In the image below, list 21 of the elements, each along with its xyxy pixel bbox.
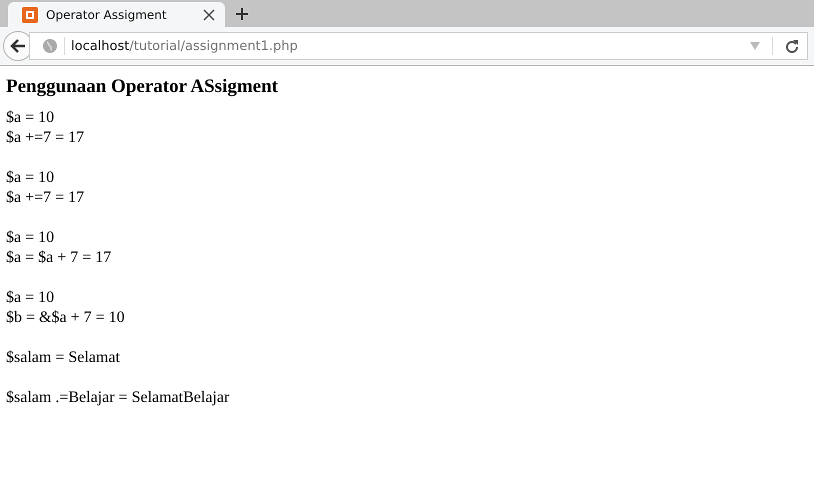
browser-tab[interactable]: Operator Assigment <box>8 2 225 27</box>
close-icon[interactable] <box>203 8 215 20</box>
page-heading: Penggunaan Operator ASsigment <box>6 76 280 98</box>
output-line: $a = 10 <box>6 288 56 308</box>
url-text: localhost/tutorial/assignment1.php <box>71 38 298 54</box>
output-line: $b = &$a + 7 = 10 <box>6 308 126 328</box>
address-bar[interactable]: localhost/tutorial/assignment1.php <box>29 32 808 60</box>
output-line: $salam = Selamat <box>6 348 121 368</box>
reload-icon[interactable] <box>785 39 799 53</box>
tab-title: Operator Assigment <box>46 8 168 22</box>
globe-icon <box>42 38 58 54</box>
output-line: $a +=7 = 17 <box>6 128 86 148</box>
output-line: $salam .=Belajar = SelamatBelajar <box>6 388 230 408</box>
app-logo-icon <box>22 6 38 22</box>
output-line: $a +=7 = 17 <box>6 188 86 208</box>
back-arrow-icon <box>10 39 26 53</box>
output-line: $a = 10 <box>6 168 56 188</box>
output-line: $a = $a + 7 = 17 <box>6 248 112 268</box>
output-line: $a = 10 <box>6 228 56 248</box>
new-tab-icon[interactable] <box>235 7 249 21</box>
output-line: $a = 10 <box>6 108 56 128</box>
